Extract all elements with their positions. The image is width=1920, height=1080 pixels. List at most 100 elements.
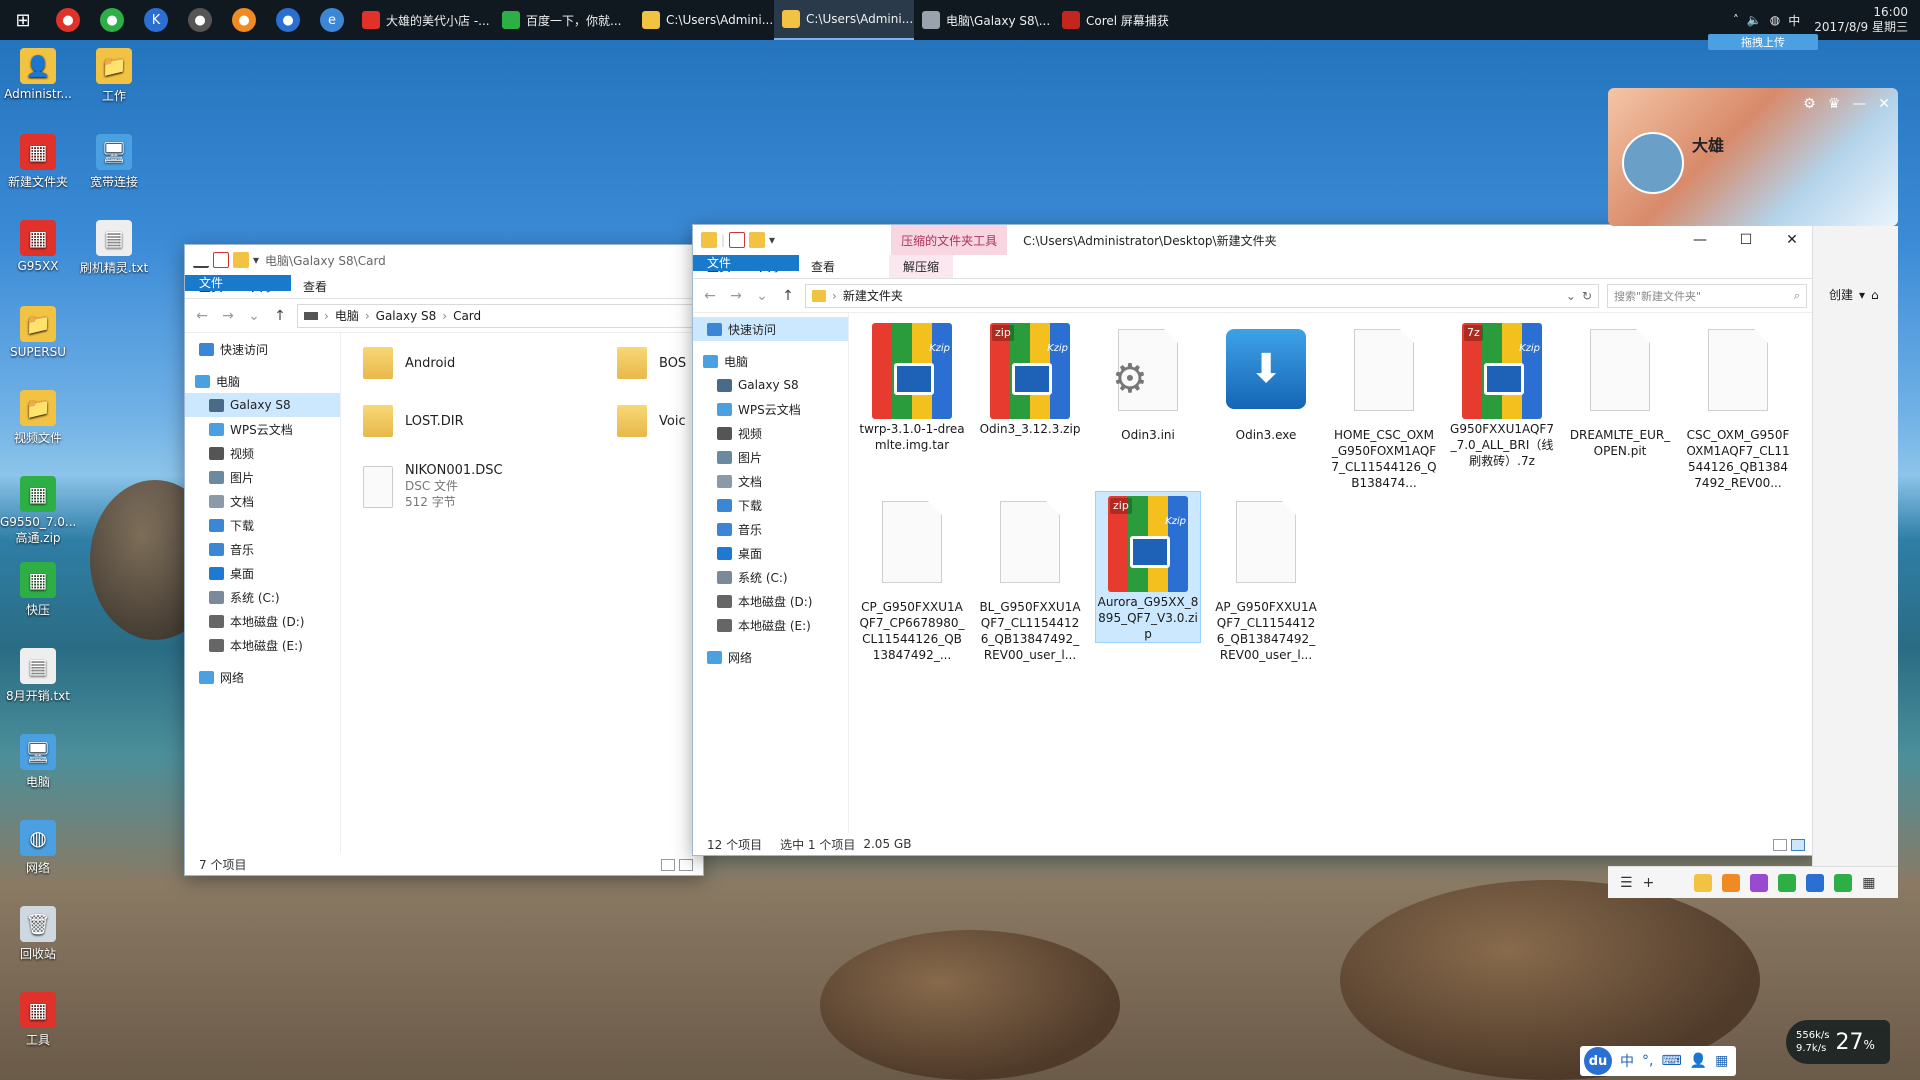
taskbar-task[interactable]: 百度一下，你就... bbox=[494, 0, 634, 40]
nav-item[interactable]: 网络 bbox=[693, 645, 848, 669]
nav-item[interactable]: WPS云文档 bbox=[185, 417, 340, 441]
nav-item[interactable]: 电脑 bbox=[693, 349, 848, 373]
chevron-up-icon[interactable]: ˄ bbox=[1733, 13, 1739, 27]
nav-item[interactable]: 视频 bbox=[693, 421, 848, 445]
toolbar-icon[interactable] bbox=[193, 252, 209, 268]
upload-badge[interactable]: 拖拽上传 bbox=[1708, 34, 1818, 50]
nav-item[interactable]: 图片 bbox=[693, 445, 848, 469]
up-icon[interactable]: ↑ bbox=[779, 288, 797, 304]
nav-item[interactable]: Galaxy S8 bbox=[185, 393, 340, 417]
clock[interactable]: 16:00 2017/8/9 星期三 bbox=[1814, 5, 1908, 35]
nav-item[interactable]: 下载 bbox=[693, 493, 848, 517]
nav-item[interactable]: 本地磁盘 (D:) bbox=[185, 609, 340, 633]
keyboard-icon[interactable]: ⌨ bbox=[1661, 1053, 1681, 1069]
back-icon[interactable]: ← bbox=[701, 288, 719, 304]
desktop-icon[interactable]: 📁 工作 bbox=[76, 48, 152, 104]
taskbar-task[interactable]: 电脑\Galaxy S8\... bbox=[914, 0, 1054, 40]
search-icon[interactable]: ⌕ bbox=[1794, 289, 1800, 303]
desktop-icon[interactable]: 🖥 电脑 bbox=[0, 734, 76, 790]
ime-mode[interactable]: 中 bbox=[1620, 1051, 1634, 1071]
network-speed-widget[interactable]: 556k/s 9.7k/s 27% bbox=[1786, 1020, 1890, 1064]
file-item[interactable]: BL_G950FXXU1AQF7_CL11544126_QB13847492_R… bbox=[977, 491, 1083, 662]
search-box[interactable]: 搜索"新建文件夹" ⌕ bbox=[1607, 283, 1807, 308]
k-app-icon[interactable]: K bbox=[134, 0, 178, 40]
nav-item[interactable]: 下载 bbox=[185, 513, 340, 537]
start-button[interactable]: ⊞ bbox=[0, 0, 46, 40]
explorer-window-galaxy[interactable]: ▾ 电脑\Galaxy S8\Card 文件主页共享查看 ← → ⌄ ↑ › 电脑… bbox=[184, 244, 704, 876]
folder-icon[interactable] bbox=[233, 252, 249, 268]
shield-icon[interactable] bbox=[1806, 873, 1825, 892]
nav-item[interactable]: 系统 (C:) bbox=[693, 565, 848, 589]
refresh-icon[interactable]: ↻ bbox=[1582, 289, 1592, 303]
nav-item[interactable]: 快速访问 bbox=[693, 317, 848, 341]
browser-icon[interactable]: e bbox=[310, 0, 354, 40]
back-icon[interactable]: ← bbox=[193, 308, 211, 324]
ribbon-tab[interactable]: 查看 bbox=[289, 275, 341, 298]
large-icons-view-icon[interactable] bbox=[679, 859, 693, 871]
taskbar-task[interactable]: 大雄的美代小店 -... bbox=[354, 0, 494, 40]
nav-item[interactable]: 桌面 bbox=[693, 541, 848, 565]
ribbon-tab[interactable]: 文件 bbox=[693, 255, 799, 271]
desktop-icon[interactable]: ▦ 快压 bbox=[0, 562, 76, 618]
address-bar[interactable]: › 电脑 › Galaxy S8 › Card bbox=[297, 303, 695, 328]
file-item[interactable]: CSC_OXM_G950FOXM1AQF7_CL11544126_QB13847… bbox=[1685, 319, 1791, 490]
grid-icon[interactable]: ▦ bbox=[1715, 1053, 1728, 1069]
home-icon[interactable]: ⌂ bbox=[1871, 288, 1879, 302]
taskbar-task[interactable]: Corel 屏幕捕获 bbox=[1054, 0, 1174, 40]
nav-item[interactable]: 音乐 bbox=[185, 537, 340, 561]
title-bar[interactable]: ▾ 电脑\Galaxy S8\Card bbox=[185, 245, 703, 275]
contacts-icon[interactable] bbox=[1722, 873, 1741, 892]
nav-item[interactable]: WPS云文档 bbox=[693, 397, 848, 421]
desktop-icon[interactable]: ▦ G9550_7.0...高通.zip bbox=[0, 476, 76, 546]
folder-icon[interactable] bbox=[749, 232, 766, 248]
file-item[interactable]: 7z Kzip G950FXXU1AQF7_7.0_ALL_BRI（线刷救砖）.7z bbox=[1449, 319, 1555, 471]
skin-icon[interactable]: ♛ bbox=[1828, 96, 1841, 112]
floating-profile-widget[interactable]: ⚙ ♛ — ✕ 大雄 bbox=[1608, 88, 1898, 226]
network-icon[interactable]: ◍ bbox=[1770, 13, 1780, 27]
desktop-icon[interactable]: ▤ 刷机精灵.txt bbox=[76, 220, 152, 276]
avatar[interactable] bbox=[1622, 132, 1684, 194]
folder-item[interactable]: Voic bbox=[617, 405, 686, 437]
up-icon[interactable]: ↑ bbox=[271, 308, 289, 324]
folder-item[interactable]: LOST.DIR bbox=[363, 405, 464, 437]
app-icon[interactable]: ● bbox=[222, 0, 266, 40]
breadcrumb-item[interactable]: 新建文件夹 bbox=[843, 287, 903, 304]
file-item[interactable]: CP_G950FXXU1AQF7_CP6678980_CL11544126_QB… bbox=[859, 491, 965, 662]
ribbon-tab[interactable]: 查看 bbox=[797, 255, 849, 278]
app-icon[interactable]: ● bbox=[266, 0, 310, 40]
nav-item[interactable]: Galaxy S8 bbox=[693, 373, 848, 397]
minimize-button[interactable]: — bbox=[1677, 225, 1723, 255]
properties-icon[interactable] bbox=[213, 252, 229, 268]
wechat-icon[interactable]: ● bbox=[90, 0, 134, 40]
file-item[interactable]: AP_G950FXXU1AQF7_CL11544126_QB13847492_R… bbox=[1213, 491, 1319, 662]
forward-icon[interactable]: → bbox=[727, 288, 745, 304]
chevron-down-icon[interactable]: ⌄ bbox=[753, 288, 771, 304]
volume-icon[interactable]: 🔈 bbox=[1747, 13, 1762, 27]
app-icon[interactable]: ● bbox=[178, 0, 222, 40]
nav-item[interactable]: 视频 bbox=[185, 441, 340, 465]
nav-item[interactable]: 文档 bbox=[185, 489, 340, 513]
folder-item[interactable]: Android bbox=[363, 347, 455, 379]
close-button[interactable]: ✕ bbox=[1769, 225, 1815, 255]
nav-item[interactable]: 音乐 bbox=[693, 517, 848, 541]
explorer-window-new-folder[interactable]: | ▾ 压缩的文件夹工具 C:\Users\Administrator\Desk… bbox=[692, 224, 1816, 856]
breadcrumb-item[interactable]: 电脑 bbox=[335, 307, 359, 324]
folder-icon[interactable] bbox=[701, 232, 717, 248]
user-icon[interactable]: 👤 bbox=[1690, 1053, 1707, 1069]
mail-icon[interactable] bbox=[1694, 873, 1713, 892]
address-bar[interactable]: › 新建文件夹 ⌄ ↻ bbox=[805, 283, 1599, 308]
chrome-icon[interactable]: ● bbox=[46, 0, 90, 40]
file-item[interactable]: DREAMLTE_EUR_OPEN.pit bbox=[1567, 319, 1673, 471]
file-item[interactable]: Kzip twrp-3.1.0-1-dreamlte.img.tar bbox=[859, 319, 965, 471]
search-input[interactable]: 搜索"新建文件夹" bbox=[1614, 288, 1701, 304]
forward-icon[interactable]: → bbox=[219, 308, 237, 324]
nav-item[interactable]: 本地磁盘 (D:) bbox=[693, 589, 848, 613]
file-item[interactable]: ⚙ Odin3.ini bbox=[1095, 319, 1201, 471]
chevron-down-icon[interactable]: ⌄ bbox=[245, 308, 263, 324]
desktop-icon[interactable]: ◍ 网络 bbox=[0, 820, 76, 876]
desktop-icon[interactable]: 📁 SUPERSU bbox=[0, 306, 76, 359]
desktop-icon[interactable]: 📁 视频文件 bbox=[0, 390, 76, 446]
title-bar[interactable]: | ▾ 压缩的文件夹工具 C:\Users\Administrator\Desk… bbox=[693, 225, 1815, 255]
baidu-ime-logo[interactable]: du bbox=[1584, 1047, 1612, 1075]
nav-item[interactable]: 网络 bbox=[185, 665, 340, 689]
